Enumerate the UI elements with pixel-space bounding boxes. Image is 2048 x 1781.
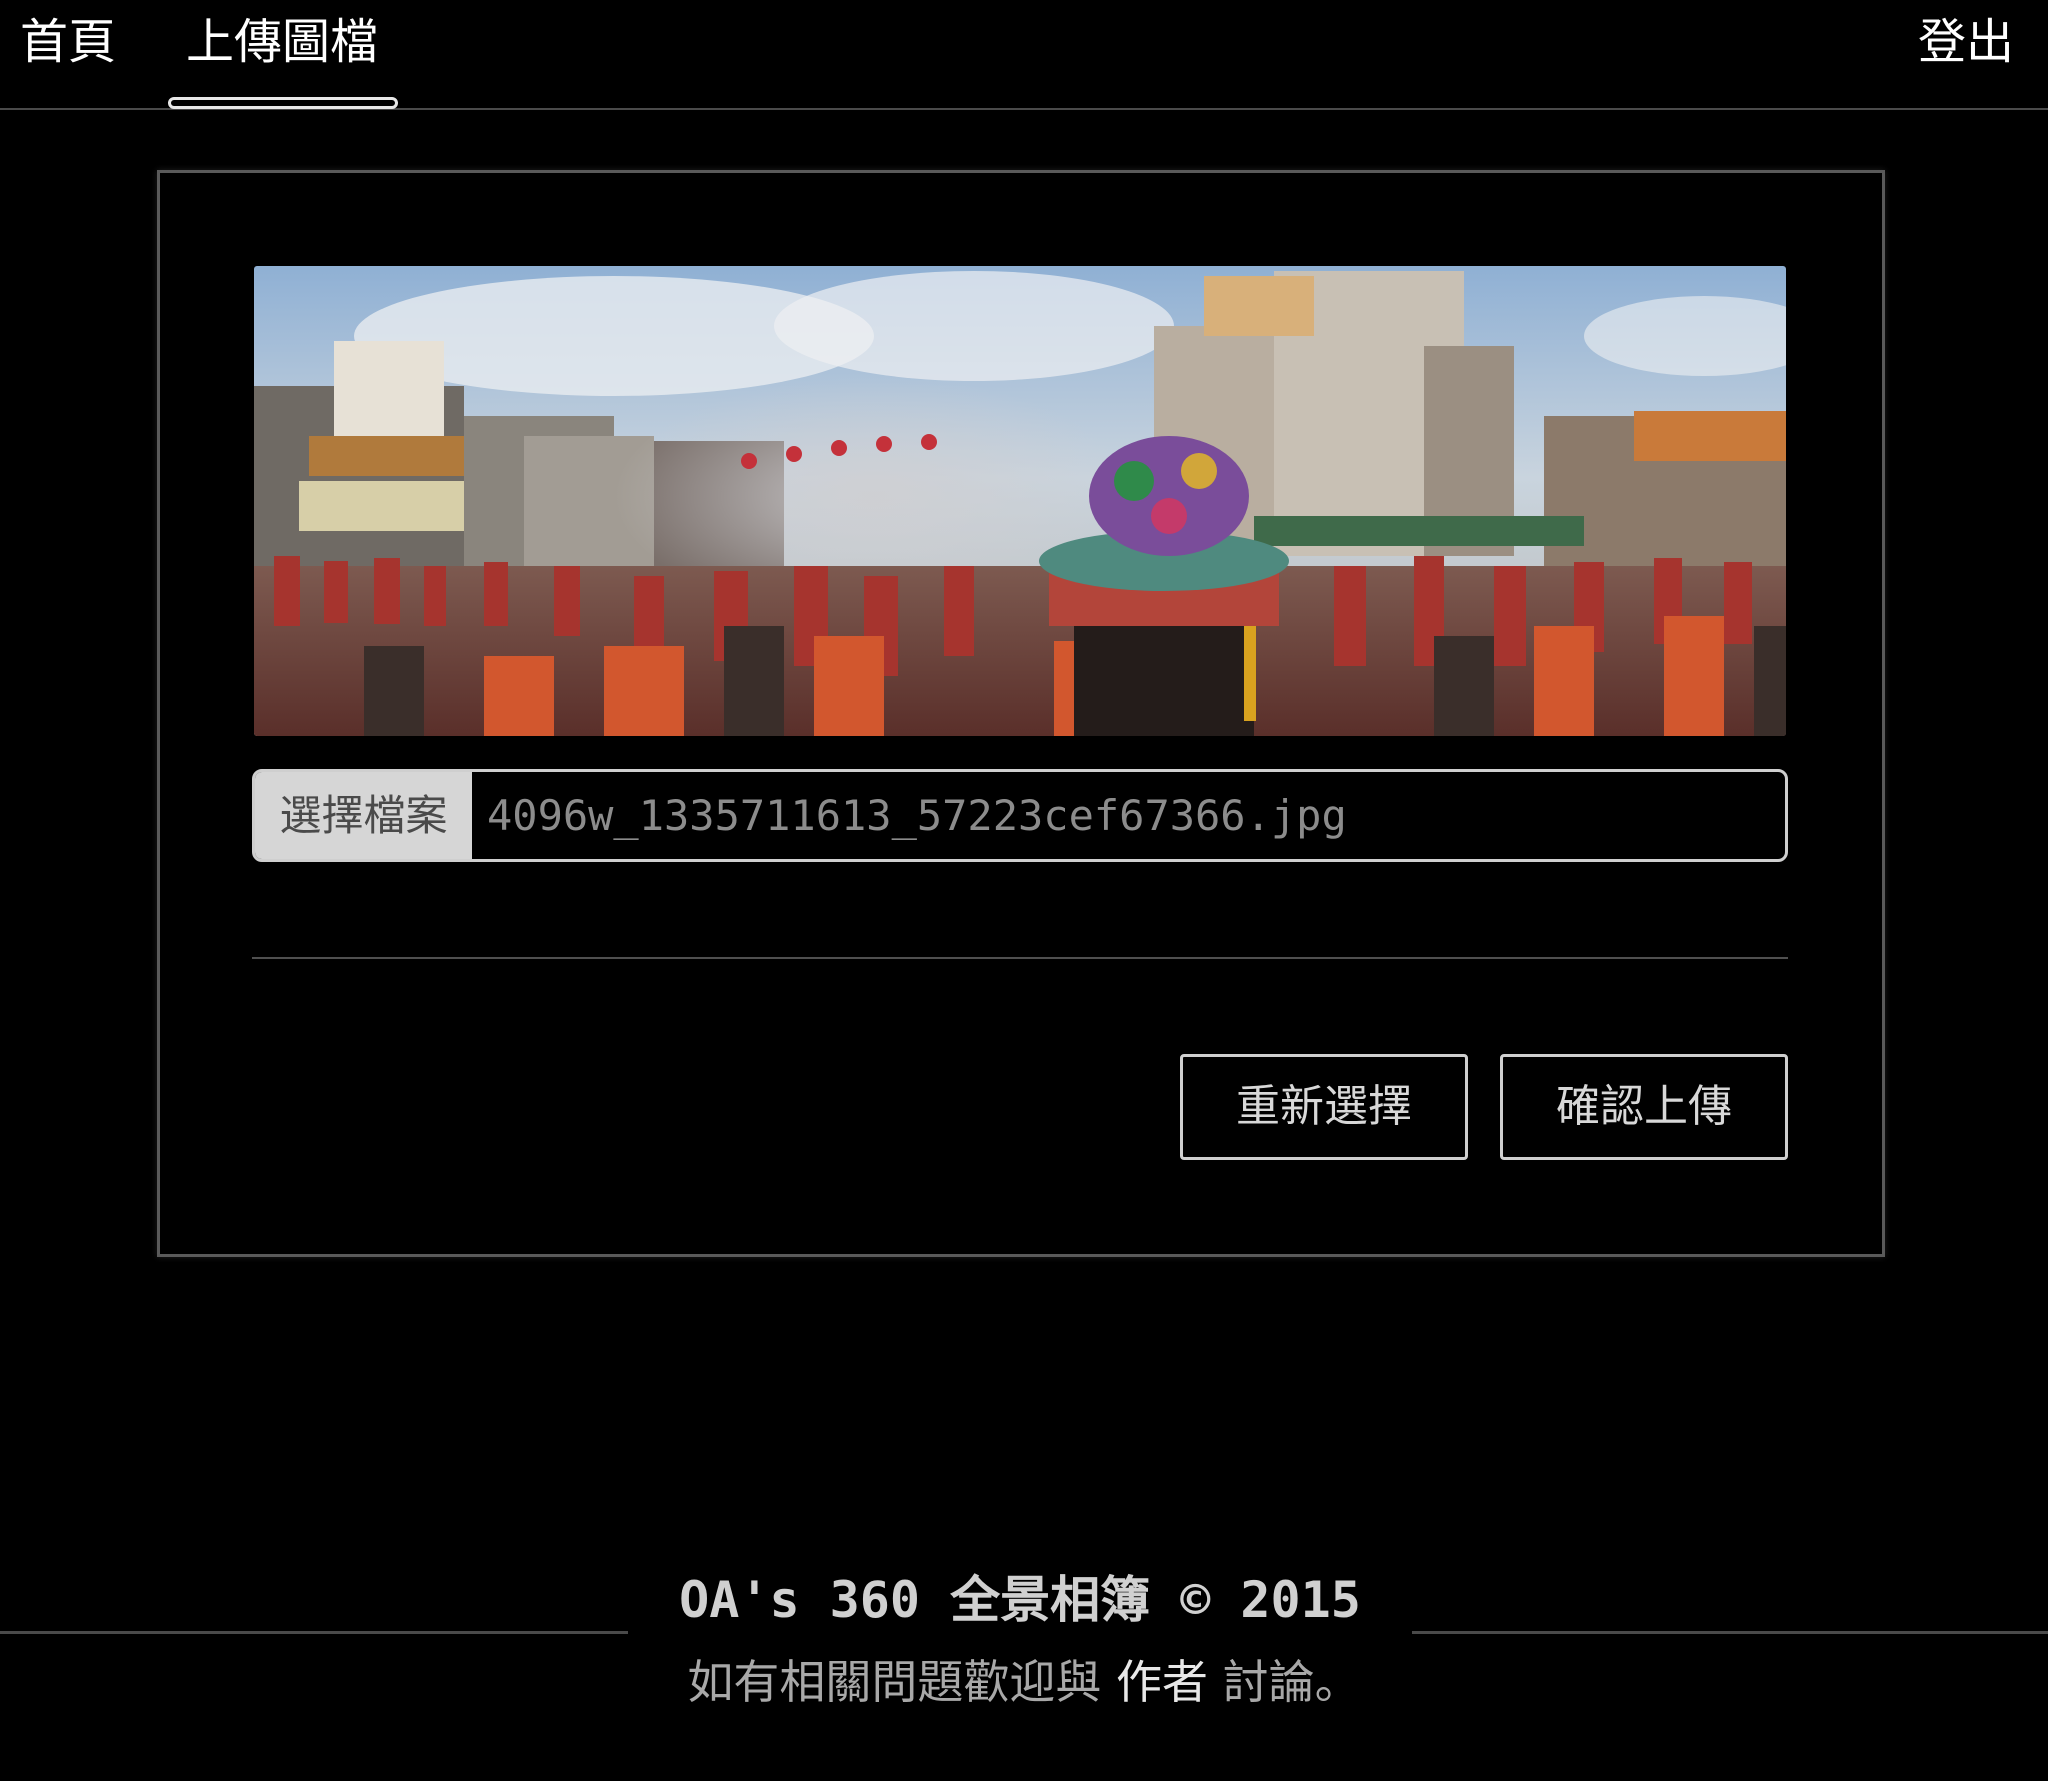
top-navigation: 首頁 上傳圖檔 登出 bbox=[0, 0, 2048, 110]
nav-logout-link[interactable]: 登出 bbox=[1918, 12, 2014, 72]
file-input[interactable]: 選擇檔案 4096w_1335711613_57223cef67366.jpg bbox=[252, 769, 1788, 862]
footer-title: OA's 360 全景相簿 © 2015 bbox=[679, 1571, 1361, 1629]
active-tab-indicator bbox=[168, 97, 398, 109]
nav-upload-link[interactable]: 上傳圖檔 bbox=[186, 12, 378, 72]
author-link[interactable]: 作者 bbox=[1116, 1655, 1208, 1709]
nav-home-link[interactable]: 首頁 bbox=[20, 12, 116, 72]
panel-divider bbox=[252, 957, 1788, 959]
choose-file-button[interactable]: 選擇檔案 bbox=[255, 772, 472, 859]
footer-divider-left bbox=[0, 1631, 628, 1634]
footer-note: 如有相關問題歡迎與 作者 討論。 bbox=[0, 1650, 2048, 1714]
footer-note-prefix: 如有相關問題歡迎與 bbox=[687, 1655, 1116, 1709]
reselect-button[interactable]: 重新選擇 bbox=[1180, 1054, 1468, 1160]
footer-divider-right bbox=[1412, 1631, 2048, 1634]
confirm-upload-button[interactable]: 確認上傳 bbox=[1500, 1054, 1788, 1160]
footer-note-suffix: 討論。 bbox=[1208, 1655, 1361, 1709]
selected-file-name: 4096w_1335711613_57223cef67366.jpg bbox=[487, 791, 1347, 840]
panorama-preview-image bbox=[254, 266, 1786, 736]
